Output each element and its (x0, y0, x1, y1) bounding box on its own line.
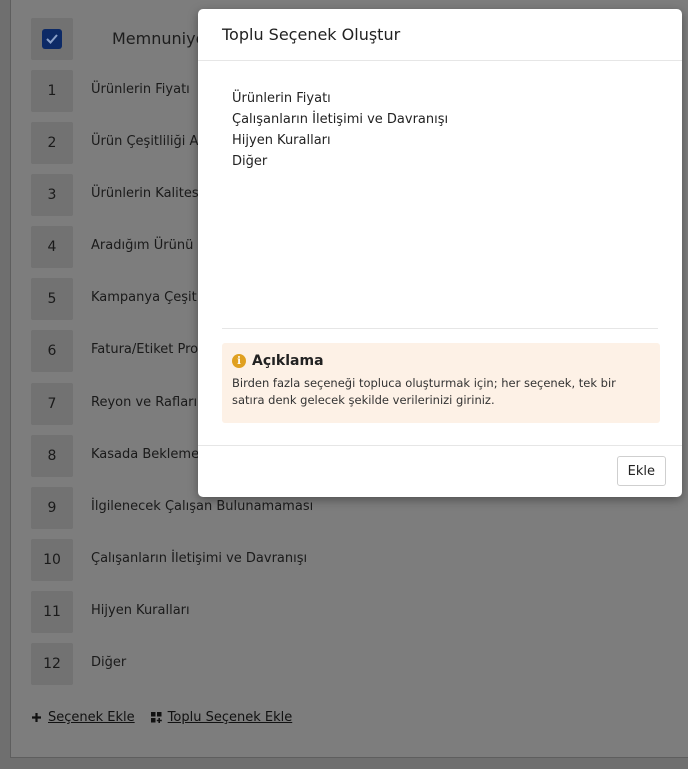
add-button[interactable]: Ekle (616, 456, 666, 486)
plus-icon (32, 713, 41, 722)
add-option-link[interactable]: Seçenek Ekle (31, 710, 135, 725)
column-header-title: Memnuniye (112, 29, 206, 48)
select-all-cell (31, 18, 73, 60)
option-label[interactable]: Diğer (91, 655, 126, 670)
option-label[interactable]: Fatura/Etiket Prob (91, 342, 206, 357)
option-label[interactable]: Reyon ve Rafların (91, 395, 205, 410)
info-title-row: i Açıklama (232, 353, 650, 369)
option-number: 7 (31, 382, 73, 425)
option-number: 5 (31, 278, 73, 321)
option-label[interactable]: Aradığım Ürünü B (91, 238, 206, 253)
option-row[interactable]: 11 Hijyen Kuralları (31, 590, 671, 643)
info-title: Açıklama (252, 353, 324, 369)
option-label[interactable]: Hijyen Kuralları (91, 603, 190, 618)
option-row[interactable]: 12 Diğer (31, 643, 671, 695)
option-number: 2 (31, 122, 73, 165)
bulk-options-textarea[interactable]: Ürünlerin Fiyatı Çalışanların İletişimi … (222, 88, 658, 329)
add-option-label: Seçenek Ekle (48, 710, 135, 725)
bulk-option-modal: Toplu Seçenek Oluştur Ürünlerin Fiyatı Ç… (198, 9, 682, 497)
option-label[interactable]: Çalışanların İletişimi ve Davranışı (91, 551, 307, 566)
grid-plus-icon (150, 712, 162, 723)
info-text: Birden fazla seçeneği topluca oluşturmak… (232, 376, 616, 407)
bulk-add-option-link[interactable]: Toplu Seçenek Ekle (150, 710, 293, 725)
info-box: i Açıklama Birden fazla seçeneği topluca… (222, 343, 660, 423)
textarea-line: Ürünlerin Fiyatı (232, 91, 331, 106)
option-label[interactable]: Ürünlerin Kalitesi (91, 186, 202, 201)
option-number: 9 (31, 486, 73, 529)
option-label[interactable]: Kampanya Çeşit (91, 290, 197, 305)
option-label[interactable]: İlgilenecek Çalışan Bulunamaması (91, 499, 313, 514)
option-number: 4 (31, 226, 73, 269)
option-label[interactable]: Ürünlerin Fiyatı (91, 82, 190, 97)
textarea-line: Diğer (232, 154, 268, 169)
textarea-line: Çalışanların İletişimi ve Davranışı (232, 112, 449, 127)
check-icon (46, 34, 58, 44)
option-number: 11 (31, 590, 73, 633)
textarea-line: Hijyen Kuralları (232, 133, 331, 148)
option-label[interactable]: Kasada Bekleme (91, 447, 199, 462)
modal-header: Toplu Seçenek Oluştur (198, 9, 682, 61)
option-number: 8 (31, 434, 73, 477)
option-number: 1 (31, 70, 73, 112)
select-all-checkbox[interactable] (42, 29, 62, 49)
option-number: 10 (31, 538, 73, 581)
option-actions: Seçenek Ekle Toplu Seçenek Ekle (31, 710, 292, 725)
option-number: 3 (31, 174, 73, 217)
option-row[interactable]: 10 Çalışanların İletişimi ve Davranışı (31, 538, 671, 591)
option-number: 12 (31, 643, 73, 686)
info-icon: i (232, 354, 246, 368)
option-label[interactable]: Ürün Çeşitliliği Az (91, 134, 205, 149)
option-number: 6 (31, 330, 73, 373)
modal-title: Toplu Seçenek Oluştur (222, 25, 401, 44)
modal-footer: Ekle (198, 445, 682, 497)
bulk-add-option-label: Toplu Seçenek Ekle (167, 710, 293, 725)
